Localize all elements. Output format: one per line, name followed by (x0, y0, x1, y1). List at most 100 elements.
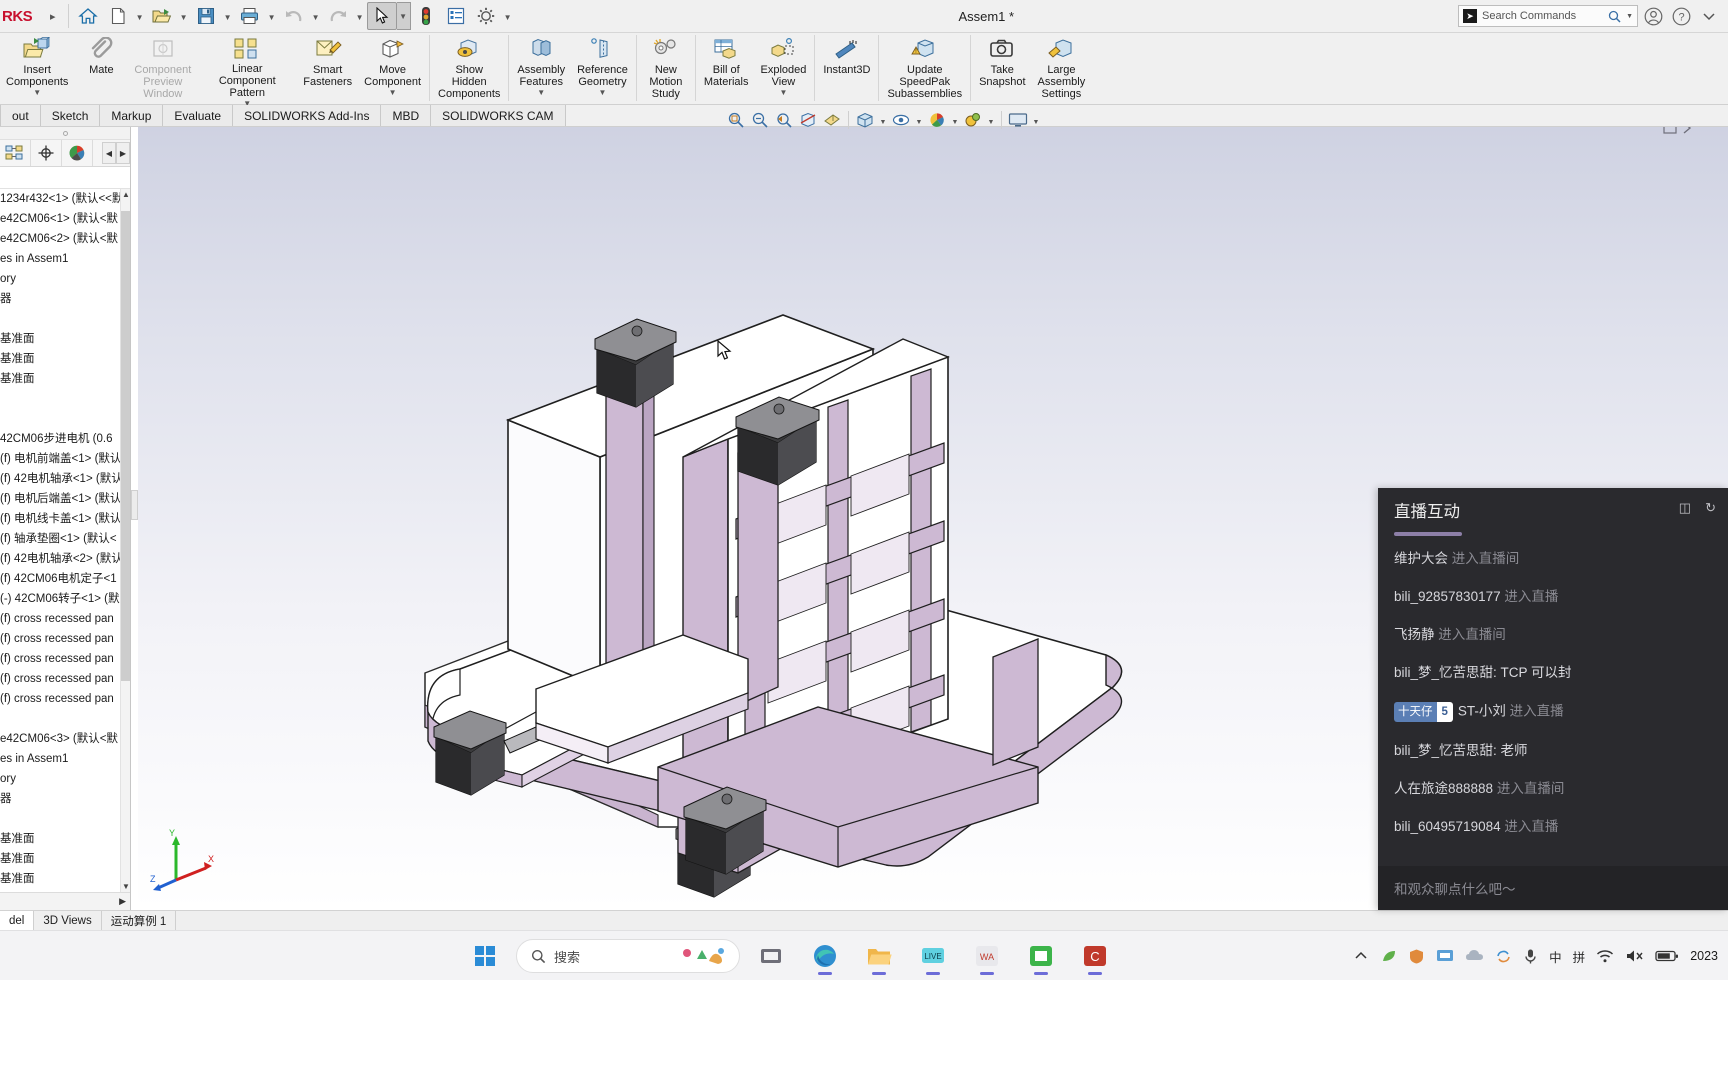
taskbar-search-box[interactable]: 搜索 (516, 939, 740, 973)
wps-button[interactable]: WA (964, 935, 1010, 977)
select-tool-button[interactable] (366, 2, 397, 30)
settings-dropdown[interactable]: ▼ (501, 2, 515, 30)
scrollbar-down-arrow[interactable]: ▼ (121, 881, 130, 892)
panel-splitter-handle[interactable] (131, 490, 138, 520)
ribbon-smart-fasteners[interactable]: Smart Fasteners (297, 33, 358, 105)
open-document-button[interactable] (147, 2, 177, 30)
apply-scene-dropdown[interactable]: ▼ (950, 109, 960, 131)
ribbon-new-motion-study[interactable]: New Motion Study (639, 33, 693, 105)
feature-tree-item[interactable] (0, 389, 130, 409)
tab-solidworks-cam[interactable]: SOLIDWORKS CAM (431, 105, 566, 126)
tab-evaluate[interactable]: Evaluate (163, 105, 234, 126)
doc-tab-model[interactable]: del (0, 911, 35, 930)
feature-tree-item[interactable]: 基准面 (0, 829, 130, 849)
previous-view-button[interactable] (773, 109, 795, 131)
zoom-to-fit-button[interactable] (725, 109, 747, 131)
ribbon-linear-component-pattern[interactable]: Linear Component Pattern ▼ (197, 33, 297, 108)
home-button[interactable] (73, 2, 103, 30)
feature-tree-item[interactable] (0, 709, 130, 729)
chat-message-list[interactable]: 维护大会 进入直播间 bili_92857830177 进入直播 飞扬静 进入直播间… (1378, 536, 1728, 866)
tab-layout[interactable]: out (0, 105, 41, 126)
search-commands-input[interactable]: ➤ Search Commands ▼ (1458, 5, 1638, 27)
help-button[interactable]: ? (1668, 3, 1694, 29)
feature-tree-item[interactable]: e42CM06<2> (默认<默 (0, 229, 130, 249)
view-settings-dropdown[interactable]: ▼ (986, 109, 996, 131)
tab-solidworks-add-ins[interactable]: SOLIDWORKS Add-Ins (233, 105, 382, 126)
chat-input-box[interactable]: 和观众聊点什么吧～ (1378, 866, 1728, 910)
feature-tree-expand-bar[interactable]: ▶ (0, 892, 130, 910)
feature-tree-item[interactable]: (f) 电机线卡盖<1> (默认 (0, 509, 130, 529)
scrollbar-up-arrow[interactable]: ▲ (121, 189, 130, 200)
feature-tree-item[interactable]: 基准面 (0, 349, 130, 369)
user-account-button[interactable] (1640, 3, 1666, 29)
ribbon-caret[interactable]: ▼ (389, 89, 397, 97)
feature-tree-item[interactable]: 42CM06步进电机 (0.6 (0, 429, 130, 449)
live-app-button[interactable]: LIVE (910, 935, 956, 977)
feature-tree-item[interactable] (0, 409, 130, 429)
print-button[interactable] (235, 2, 265, 30)
zoom-to-area-button[interactable] (749, 109, 771, 131)
feature-tree-item[interactable]: ory (0, 769, 130, 789)
feature-tree-item[interactable]: 基准面 (0, 869, 130, 889)
window-menu-button[interactable] (1696, 3, 1722, 29)
feature-tree-item[interactable]: (f) 电机前端盖<1> (默认 (0, 449, 130, 469)
capture-button[interactable]: C (1072, 935, 1118, 977)
feature-tree-item[interactable]: 器 (0, 789, 130, 809)
feature-tree-item[interactable]: 基准面 (0, 849, 130, 869)
feature-tree-item[interactable]: (f) 电机后端盖<1> (默认 (0, 489, 130, 509)
ribbon-instant3d[interactable]: Instant3D (817, 33, 876, 105)
feature-tree-item[interactable]: (f) 42CM06电机定子<1 (0, 569, 130, 589)
print-dropdown[interactable]: ▼ (265, 2, 279, 30)
battery-icon[interactable] (1655, 949, 1679, 963)
ribbon-exploded-view[interactable]: Exploded View ▼ (755, 33, 813, 105)
feature-tree-item[interactable]: es in Assem1 (0, 749, 130, 769)
viewport-button[interactable] (1007, 109, 1029, 131)
display-style-dropdown[interactable]: ▼ (878, 109, 888, 131)
panel-tab-scroll-right[interactable]: ▶ (116, 142, 130, 164)
feature-tree-item[interactable] (0, 309, 130, 329)
hide-show-items-dropdown[interactable]: ▼ (914, 109, 924, 131)
save-dropdown[interactable]: ▼ (221, 2, 235, 30)
feature-tree-item[interactable]: 1234r432<1> (默认<<默 (0, 189, 130, 209)
feature-tree-item[interactable]: 器 (0, 289, 130, 309)
speaker-mute-icon[interactable] (1625, 948, 1644, 964)
feature-tree-scrollbar[interactable]: ▲ ▼ (120, 189, 130, 892)
ribbon-bill-of-materials[interactable]: Bill of Materials (698, 33, 755, 105)
viewport-collapse-icons[interactable] (1662, 127, 1702, 139)
tab-mbd[interactable]: MBD (381, 105, 432, 126)
taskview-button[interactable] (748, 935, 794, 977)
tab-sketch[interactable]: Sketch (40, 105, 101, 126)
ime-mode-button[interactable]: 中 (1549, 947, 1562, 966)
feature-tree-item[interactable]: (f) cross recessed pan (0, 669, 130, 689)
settings-button[interactable] (471, 2, 501, 30)
ribbon-take-snapshot[interactable]: Take Snapshot (973, 33, 1031, 105)
live-stream-chat-panel[interactable]: 直播互动 ◫ ↻ 维护大会 进入直播间 bili_92857830177 进入直播… (1378, 488, 1728, 910)
ribbon-update-speedpak-subassemblies[interactable]: ! Update SpeedPak Subassemblies (881, 33, 968, 105)
screen-share-icon[interactable] (1436, 948, 1454, 965)
rebuild-button[interactable] (411, 2, 441, 30)
save-button[interactable] (191, 2, 221, 30)
select-tool-dropdown[interactable]: ▼ (396, 2, 411, 30)
feature-tree-item[interactable]: (f) cross recessed pan (0, 609, 130, 629)
feature-tree-item[interactable]: (-) 42CM06转子<1> (默 (0, 589, 130, 609)
feature-tree-item[interactable]: 基准面 (0, 369, 130, 389)
open-document-dropdown[interactable]: ▼ (177, 2, 191, 30)
ribbon-caret[interactable]: ▼ (537, 89, 545, 97)
viewport-dropdown[interactable]: ▼ (1031, 109, 1041, 131)
feature-tree-item[interactable]: (f) cross recessed pan (0, 649, 130, 669)
ribbon-mate[interactable]: Mate (74, 33, 128, 105)
solidworks-button[interactable] (1018, 935, 1064, 977)
feature-tree-item[interactable]: es in Assem1 (0, 249, 130, 269)
display-style-button[interactable] (854, 109, 876, 131)
search-dropdown-caret[interactable]: ▼ (1626, 13, 1633, 20)
tab-markup[interactable]: Markup (100, 105, 164, 126)
feature-tree-item[interactable]: (f) 42电机轴承<1> (默认 (0, 469, 130, 489)
feature-tree-item[interactable]: (f) cross recessed pan (0, 629, 130, 649)
ribbon-move-component[interactable]: Move Component ▼ (358, 33, 427, 105)
feature-tree-item[interactable]: 基准面 (0, 329, 130, 349)
undo-button[interactable] (279, 2, 309, 30)
configuration-manager-tab[interactable] (62, 140, 93, 166)
ribbon-caret[interactable]: ▼ (33, 89, 41, 97)
ribbon-show-hidden-components[interactable]: Show Hidden Components (432, 33, 506, 105)
feature-tree-item[interactable]: (f) cross recessed pan (0, 689, 130, 709)
